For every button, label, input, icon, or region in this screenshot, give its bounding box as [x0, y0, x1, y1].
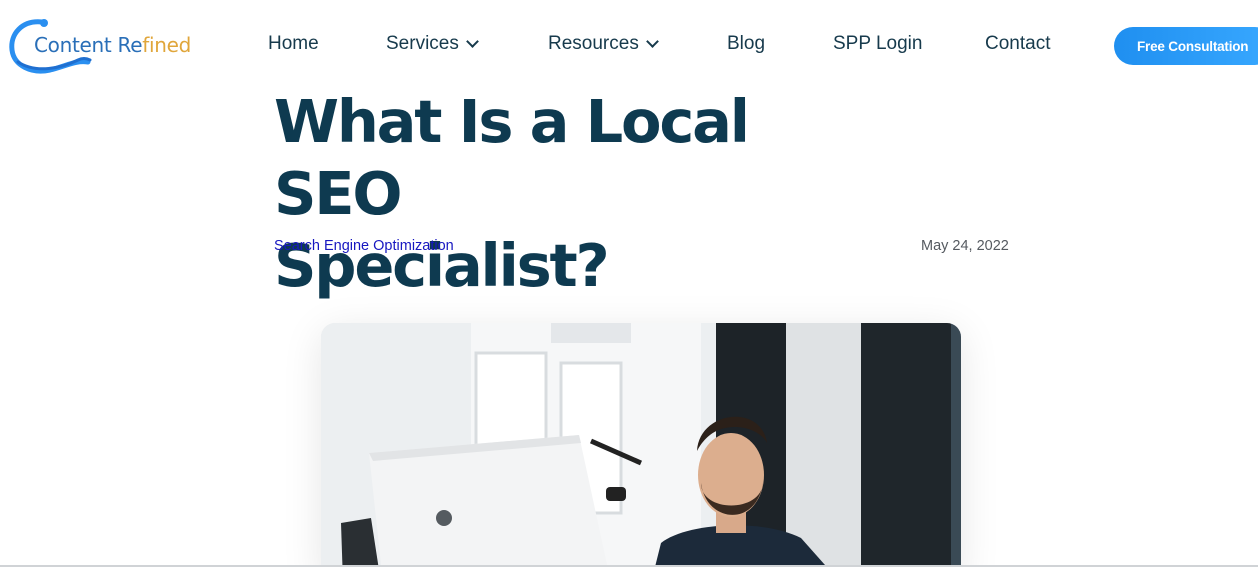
nav-label: Blog — [727, 33, 766, 54]
category-link[interactable]: Search Engine Optimization — [274, 238, 454, 254]
nav-label: Home — [268, 33, 319, 54]
logo-wordmark: Content Refined — [34, 33, 191, 57]
nav-item-home[interactable]: Home — [268, 33, 319, 55]
site-header: Content Refined Home Services Resources … — [0, 0, 1258, 92]
nav-item-blog[interactable]: Blog — [727, 33, 765, 55]
nav-label: Contact — [985, 33, 1051, 54]
title-line-1: What Is a Local SEO — [274, 87, 750, 228]
publish-date: May 24, 2022 — [921, 238, 1009, 254]
nav-label: Services — [386, 33, 459, 54]
nav-item-contact[interactable]: Contact — [985, 33, 1050, 55]
hero-image — [321, 323, 961, 567]
free-consultation-button[interactable]: Free Consultation — [1114, 27, 1258, 65]
chevron-down-icon — [465, 35, 479, 48]
logo-text-accent: fined — [142, 33, 191, 57]
nav-label: SPP Login — [833, 33, 923, 54]
man-working-at-computer-photo — [321, 323, 961, 567]
article-title: What Is a Local SEO Specialist? — [274, 86, 874, 302]
logo-text-primary: Content Re — [34, 33, 143, 57]
nav-label: Resources — [548, 33, 639, 54]
nav-item-services[interactable]: Services — [386, 33, 479, 55]
chevron-down-icon — [645, 35, 659, 48]
nav-item-spp-login[interactable]: SPP Login — [833, 33, 922, 55]
site-logo[interactable]: Content Refined — [8, 16, 208, 76]
nav-item-resources[interactable]: Resources — [548, 33, 659, 55]
